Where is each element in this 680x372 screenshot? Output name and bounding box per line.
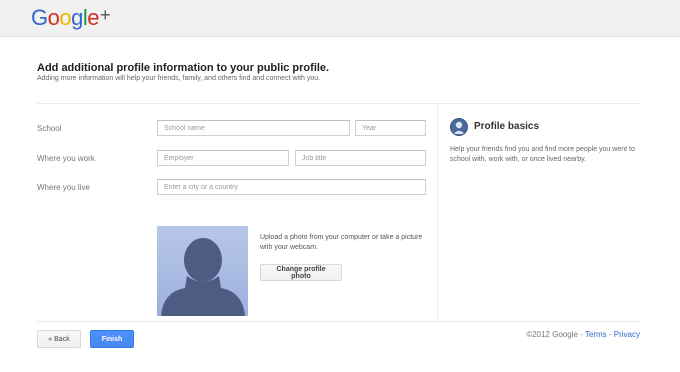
logo-letter: o xyxy=(59,5,72,30)
logo-letter: e xyxy=(87,5,100,30)
column-divider xyxy=(437,104,438,321)
profile-basics-text: Help your friends find you and find more… xyxy=(450,146,635,163)
school-label: School xyxy=(37,124,62,133)
finish-button[interactable]: Finish xyxy=(90,330,134,348)
divider-bottom xyxy=(37,321,640,322)
silhouette-icon xyxy=(161,238,245,316)
google-plus-logo[interactable]: Google+ xyxy=(31,5,111,31)
privacy-link[interactable]: Privacy xyxy=(614,330,640,339)
page-title: Add additional profile information to yo… xyxy=(37,62,330,74)
terms-link[interactable]: Terms xyxy=(585,330,607,339)
profile-photo-placeholder xyxy=(157,226,248,316)
employer-input[interactable] xyxy=(157,150,289,166)
logo-letter: G xyxy=(31,5,48,30)
live-label: Where you live xyxy=(37,183,90,192)
photo-instructions: Upload a photo from your computer or tak… xyxy=(260,234,423,251)
change-profile-photo-button[interactable]: Change profile photo xyxy=(260,264,342,281)
footer-separator: - xyxy=(577,330,585,339)
back-button[interactable]: « Back xyxy=(37,330,81,348)
work-label: Where you work xyxy=(37,154,95,163)
divider-top xyxy=(37,103,640,104)
city-input[interactable] xyxy=(157,179,426,195)
school-name-input[interactable] xyxy=(157,120,350,136)
copyright-text: ©2012 Google xyxy=(526,330,578,339)
page-subtitle: Adding more information will help your f… xyxy=(37,75,321,82)
logo-letter: g xyxy=(71,5,83,30)
profile-basics-title: Profile basics xyxy=(474,121,540,132)
logo-plus: + xyxy=(100,5,111,25)
top-bar: Google+ xyxy=(0,0,680,37)
school-year-input[interactable] xyxy=(355,120,426,136)
footer: ©2012 Google - Terms - Privacy xyxy=(526,330,640,339)
logo-letter: o xyxy=(47,5,60,30)
footer-separator: - xyxy=(606,330,614,339)
profile-basics-icon xyxy=(450,118,468,136)
job-title-input[interactable] xyxy=(295,150,426,166)
